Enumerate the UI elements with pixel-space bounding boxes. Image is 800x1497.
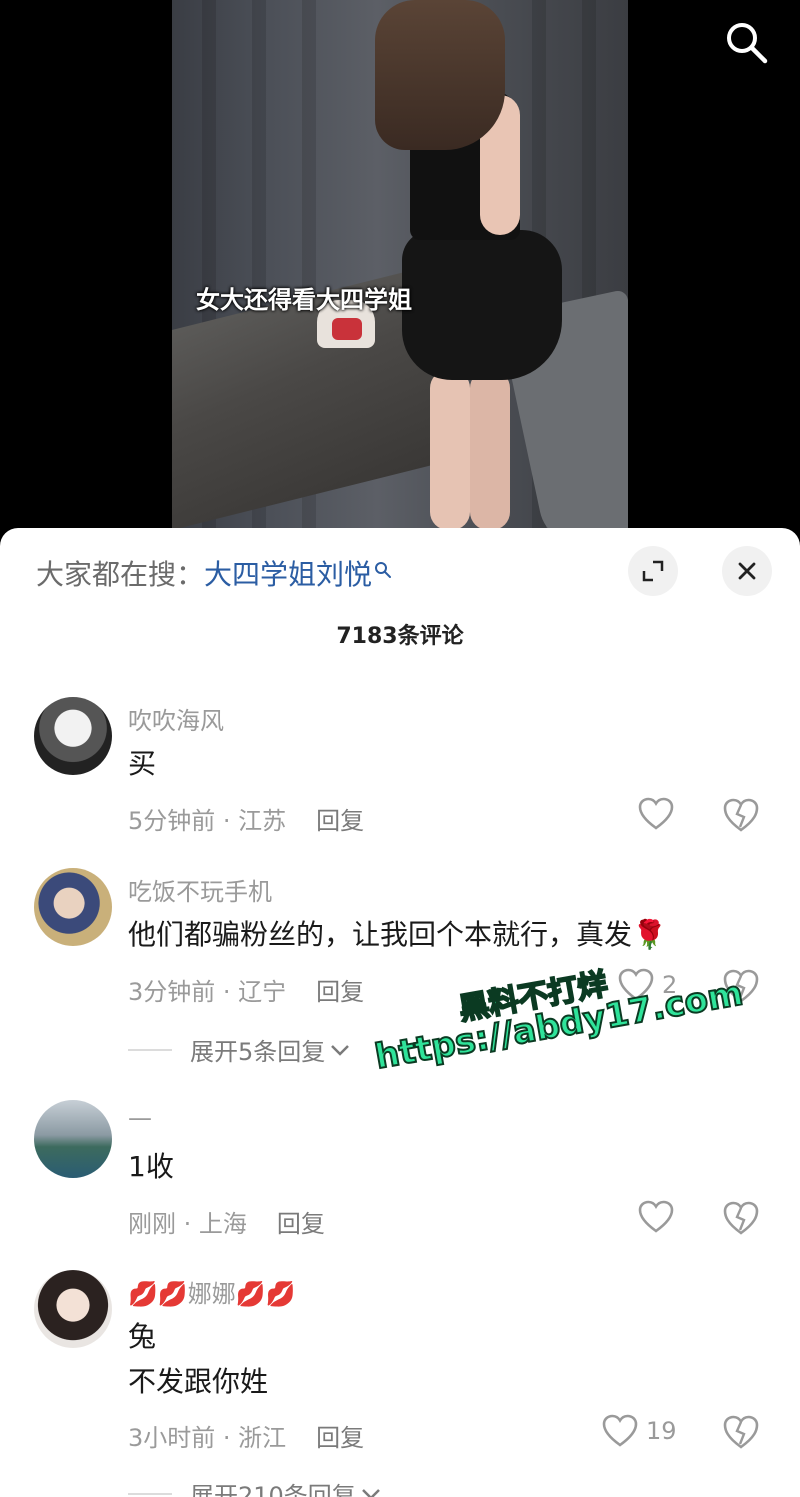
like-button[interactable] [638,1200,674,1234]
expand-icon [642,560,664,582]
trending-search-label: 大家都在搜： [36,558,205,591]
comment-author[interactable]: 💋💋娜娜💋💋 [128,1274,296,1309]
avatar[interactable] [34,697,112,775]
expand-button[interactable] [628,546,678,596]
comment-time: 5分钟前 [128,807,216,835]
comment-author[interactable]: 吹吹海风 [128,701,224,736]
dislike-button[interactable] [722,1200,760,1238]
broken-heart-icon [723,1201,759,1235]
reply-button[interactable]: 回复 [277,1210,325,1238]
broken-heart-icon [723,798,759,832]
broken-heart-icon [723,1415,759,1449]
like-button[interactable]: 19 [602,1414,677,1448]
comment-location: 江苏 [238,807,287,835]
dislike-button[interactable] [722,1414,760,1452]
comment-text: 1收 [128,1150,174,1183]
comment-location: 辽宁 [238,978,287,1006]
comment-time: 3小时前 [128,1424,216,1452]
chevron-down-icon [331,1044,350,1056]
comment-meta: 3小时前 · 浙江 回复 [128,1424,365,1452]
expand-replies-label: 展开210条回复 [190,1482,356,1497]
trending-search[interactable]: 大家都在搜：大四学姐刘悦 [36,553,392,593]
avatar[interactable] [34,1100,112,1178]
expand-replies[interactable]: 展开5条回复 [128,1032,351,1067]
chevron-down-icon [361,1488,380,1497]
reply-button[interactable]: 回复 [316,1424,364,1452]
video-player[interactable]: 女大还得看大四学姐 [0,0,800,530]
divider [128,1048,172,1051]
comment-text-line2: 不发跟你姓 [128,1365,269,1398]
comment-location: 上海 [198,1210,247,1238]
heart-icon [638,797,674,830]
comment-meta: 刚刚 · 上海 回复 [128,1210,325,1238]
divider [128,1492,172,1495]
like-count: 19 [646,1417,677,1445]
comment-text-line1: 兔 [128,1320,157,1353]
comment-time: 3分钟前 [128,978,216,1006]
comment-author[interactable]: 吃饭不玩手机 [128,872,272,907]
close-icon [738,562,756,580]
dislike-button[interactable] [722,797,760,835]
reply-button[interactable]: 回复 [316,807,364,835]
avatar[interactable] [34,1270,112,1348]
video-caption: 女大还得看大四学姐 [196,286,412,314]
comment-text: 他们都骗粉丝的，让我回个本就行，真发🌹 [128,918,667,951]
small-search-icon [374,553,392,586]
comment-text: 买 [128,747,157,780]
comment-count: 7183条评论 [336,624,464,649]
close-button[interactable] [722,546,772,596]
video-frame [172,0,628,530]
comment-location: 浙江 [238,1424,287,1452]
trending-search-keyword[interactable]: 大四学姐刘悦 [204,558,372,591]
reply-button[interactable]: 回复 [316,978,364,1006]
heart-icon [638,1200,674,1233]
heart-icon [602,1414,638,1447]
comment-meta: 3分钟前 · 辽宁 回复 [128,978,365,1006]
like-button[interactable] [638,797,674,831]
expand-replies-label: 展开5条回复 [190,1038,326,1066]
comment-meta: 5分钟前 · 江苏 回复 [128,807,365,835]
avatar[interactable] [34,868,112,946]
comment-author[interactable]: — [128,1104,152,1132]
expand-replies[interactable]: 展开210条回复 [128,1476,382,1497]
search-icon[interactable] [722,18,770,66]
comment-time: 刚刚 [128,1210,176,1238]
